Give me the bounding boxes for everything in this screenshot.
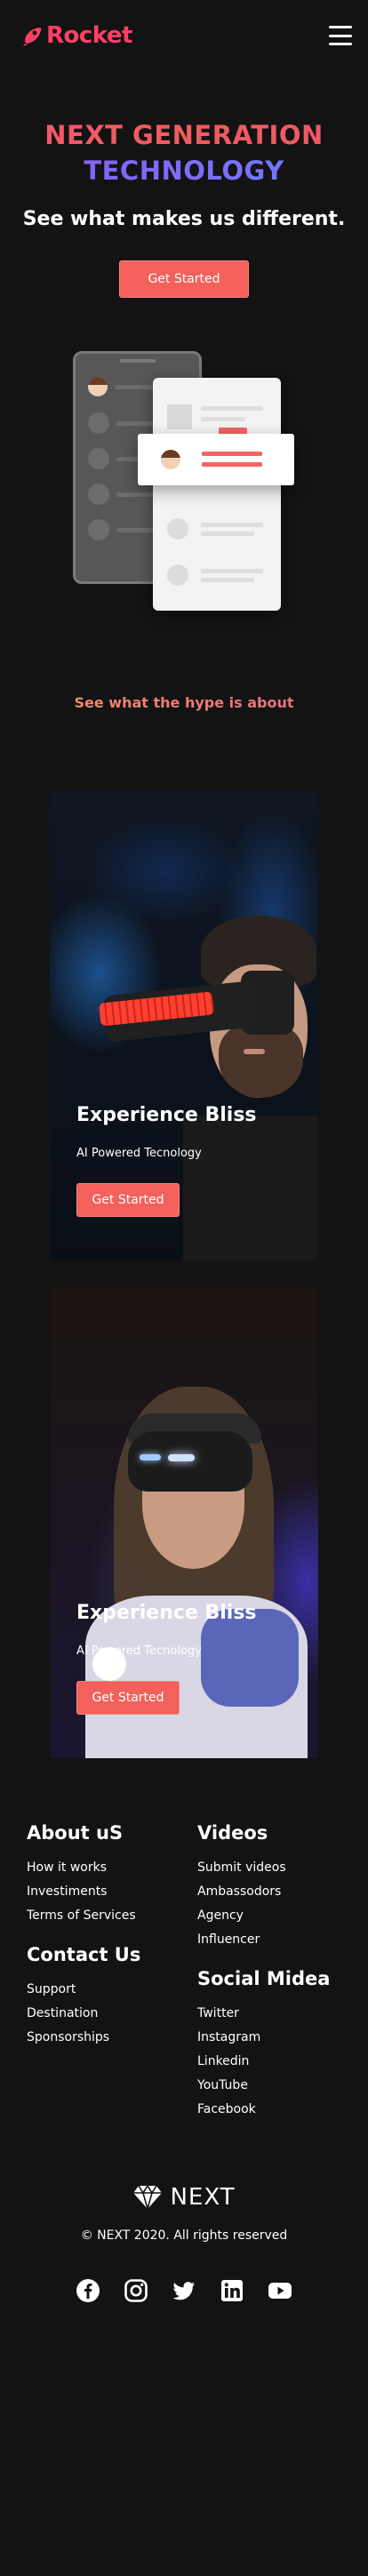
cursor-circle [92,1647,126,1681]
brand-logo[interactable]: Rocket [21,22,132,49]
youtube-icon[interactable] [268,2278,292,2303]
twitter-icon[interactable] [172,2278,196,2303]
facebook-icon[interactable] [76,2278,100,2303]
footer: About uS How it works Investiments Terms… [0,1822,368,2303]
footer-link-linkedin[interactable]: Linkedin [197,2050,341,2074]
feature-subtitle: AI Powered Tecnology [76,1147,202,1160]
footer-link-support[interactable]: Support [27,1978,197,2002]
hero-title-line1: NEXT GENERATION [0,117,368,153]
feature-get-started-button[interactable]: Get Started [76,1681,180,1715]
footer-contact-heading: Contact Us [27,1944,141,1965]
feature-get-started-button[interactable]: Get Started [76,1183,180,1217]
footer-link-twitter[interactable]: Twitter [197,2002,341,2026]
footer-about-column: About uS How it works Investiments Terms… [27,1822,197,1952]
brand-name: Rocket [46,22,132,49]
footer-link-agency[interactable]: Agency [197,1904,341,1928]
footer-link-terms[interactable]: Terms of Services [27,1904,197,1928]
feature-title: Experience Bliss [76,1602,257,1624]
footer-brand[interactable]: NEXT [27,2184,341,2211]
footer-link-investiments[interactable]: Investiments [27,1880,197,1904]
highlighted-message-mockup [138,434,294,485]
footer-link-submit-videos[interactable]: Submit videos [197,1856,341,1880]
social-icons-row [27,2278,341,2303]
footer-link-sponsorships[interactable]: Sponsorships [27,2026,197,2050]
rocket-logo-icon [23,28,42,46]
instagram-icon[interactable] [124,2278,148,2303]
footer-about-heading: About uS [27,1822,124,1844]
feature-card: Experience Bliss AI Powered Tecnology Ge… [50,791,318,1260]
navbar: Rocket [0,0,368,71]
hero-section: NEXT GENERATION TECHNOLOGY See what make… [0,71,368,298]
hamburger-menu-icon[interactable] [329,26,352,45]
phone-illustration [0,351,368,627]
footer-link-instagram[interactable]: Instagram [197,2026,341,2050]
footer-link-youtube[interactable]: YouTube [197,2074,341,2098]
hero-title-line2: TECHNOLOGY [0,153,368,188]
footer-contact-column: Contact Us Support Destination Sponsorsh… [27,1944,197,2122]
linkedin-icon[interactable] [220,2278,244,2303]
feature-title: Experience Bliss [76,1104,257,1126]
footer-social-column: Social Midea Twitter Instagram Linkedin … [197,1968,341,2122]
footer-link-how-it-works[interactable]: How it works [27,1856,197,1880]
hero-subtitle: See what makes us different. [22,208,346,230]
chat-card-mockup [153,378,281,611]
copyright-text: © NEXT 2020. All rights reserved [80,2228,288,2243]
get-started-button[interactable]: Get Started [119,260,249,298]
footer-videos-column: Videos Submit videos Ambassodors Agency … [197,1822,341,1952]
footer-videos-heading: Videos [197,1822,268,1844]
footer-link-facebook[interactable]: Facebook [197,2098,341,2122]
diamond-logo-icon [133,2184,163,2211]
hype-heading: See what the hype is about [0,694,368,711]
footer-link-destination[interactable]: Destination [27,2002,197,2026]
footer-link-influencer[interactable]: Influencer [197,1928,341,1952]
hero-title: NEXT GENERATION TECHNOLOGY [0,117,368,188]
feature-card: Experience Bliss AI Powered Tecnology Ge… [50,1289,318,1758]
footer-link-ambassodors[interactable]: Ambassodors [197,1880,341,1904]
footer-social-heading: Social Midea [197,1968,331,1989]
footer-brand-name: NEXT [170,2184,236,2211]
